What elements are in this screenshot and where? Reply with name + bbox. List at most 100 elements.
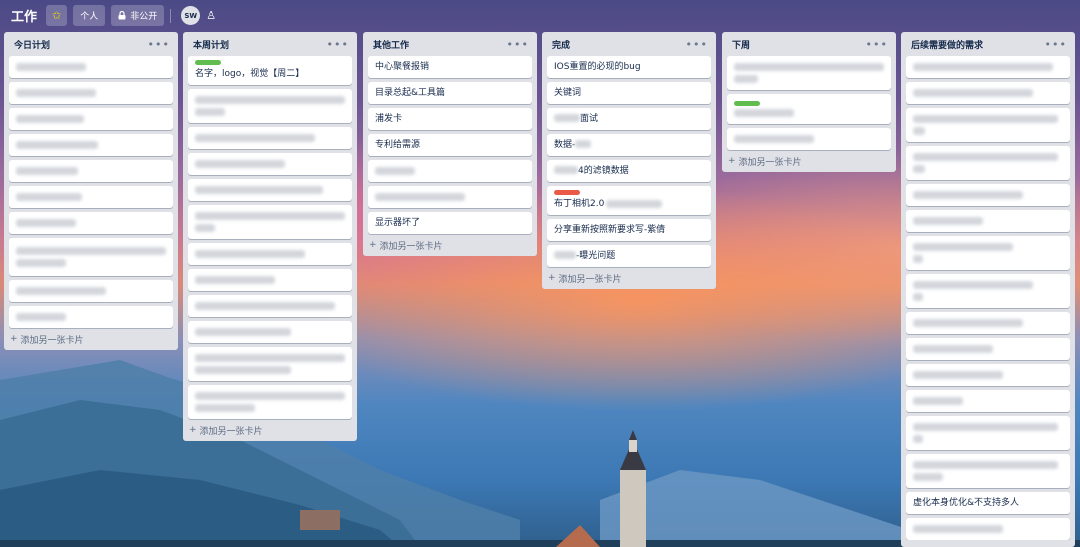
card[interactable]: 浦发卡: [368, 108, 532, 130]
add-card-button[interactable]: + 添加另一张卡片: [363, 234, 537, 256]
card[interactable]: [9, 238, 173, 276]
redacted-text: [913, 165, 925, 173]
redacted-text: [16, 141, 98, 149]
card[interactable]: [9, 160, 173, 182]
card[interactable]: -曝光问题: [547, 245, 711, 267]
list-title: 本周计划: [193, 40, 230, 51]
card[interactable]: [906, 146, 1070, 180]
more-options-icon[interactable]: •••: [1045, 38, 1067, 51]
team-button[interactable]: 个人: [73, 5, 106, 26]
card[interactable]: 分享重新按照新要求写-紫倩: [547, 219, 711, 241]
list-other-work: 其他工作 ••• 中心聚餐报销 目录总起&工具篇 浦发卡 专利给需源 显示器坏了…: [363, 32, 537, 256]
card[interactable]: 4的滤镜数据: [547, 160, 711, 182]
card[interactable]: [188, 153, 352, 175]
card[interactable]: IOS重置的必现的bug: [547, 56, 711, 78]
card[interactable]: [906, 416, 1070, 450]
more-options-icon[interactable]: •••: [507, 38, 529, 51]
redacted-text: [913, 525, 1003, 533]
card[interactable]: [9, 56, 173, 78]
card[interactable]: 名字，logo，视觉【周二】: [188, 56, 352, 85]
card[interactable]: 中心聚餐报销: [368, 56, 532, 78]
card[interactable]: [727, 94, 891, 124]
star-button[interactable]: ✩: [46, 5, 68, 26]
redacted-text: [913, 153, 1058, 161]
list-header[interactable]: 下周 •••: [722, 32, 896, 56]
redacted-text: [375, 167, 415, 175]
card[interactable]: [188, 385, 352, 419]
add-card-button[interactable]: + 添加另一张卡片: [4, 328, 178, 350]
card[interactable]: [188, 179, 352, 201]
card[interactable]: [188, 347, 352, 381]
more-options-icon[interactable]: •••: [686, 38, 708, 51]
list-header[interactable]: 完成 •••: [542, 32, 716, 56]
redacted-text: [195, 134, 315, 142]
redacted-text: [16, 247, 166, 255]
card[interactable]: 显示器坏了: [368, 212, 532, 234]
card[interactable]: [906, 56, 1070, 78]
list-header[interactable]: 其他工作 •••: [363, 32, 537, 56]
card[interactable]: [9, 306, 173, 328]
card[interactable]: [906, 274, 1070, 308]
add-card-button[interactable]: + 添加另一张卡片: [183, 419, 357, 441]
card[interactable]: 数据-: [547, 134, 711, 156]
card[interactable]: [188, 321, 352, 343]
redacted-text: [195, 366, 291, 374]
more-options-icon[interactable]: •••: [327, 38, 349, 51]
card[interactable]: [188, 295, 352, 317]
card[interactable]: [906, 236, 1070, 270]
list-title: 下周: [732, 40, 751, 51]
member-avatar[interactable]: SW: [181, 6, 201, 25]
card[interactable]: [906, 184, 1070, 206]
card[interactable]: [906, 312, 1070, 334]
card[interactable]: [9, 280, 173, 302]
card[interactable]: [727, 128, 891, 150]
card[interactable]: [727, 56, 891, 90]
redacted-text: [913, 115, 1058, 123]
card[interactable]: [368, 160, 532, 182]
redacted-text: [913, 397, 963, 405]
list-header[interactable]: 本周计划 •••: [183, 32, 357, 56]
card[interactable]: [906, 364, 1070, 386]
card[interactable]: 布丁相机2.0: [547, 186, 711, 215]
plus-icon: +: [10, 334, 18, 344]
card-label-green: [195, 60, 221, 65]
add-card-label: 添加另一张卡片: [379, 241, 443, 252]
add-card-button[interactable]: + 添加另一张卡片: [722, 150, 896, 172]
card-title: -曝光问题: [576, 250, 616, 261]
redacted-text: [734, 75, 758, 83]
list-header[interactable]: 今日计划 •••: [4, 32, 178, 56]
card[interactable]: 目录总起&工具篇: [368, 82, 532, 104]
card[interactable]: [368, 186, 532, 208]
card[interactable]: [906, 210, 1070, 232]
card[interactable]: [188, 127, 352, 149]
card[interactable]: [906, 390, 1070, 412]
card[interactable]: [906, 518, 1070, 540]
card[interactable]: 虚化本身优化&不支持多人: [906, 492, 1070, 514]
card[interactable]: [9, 108, 173, 130]
card[interactable]: 关键词: [547, 82, 711, 104]
card[interactable]: [906, 82, 1070, 104]
card[interactable]: 专利给需源: [368, 134, 532, 156]
card[interactable]: [906, 338, 1070, 360]
card[interactable]: [9, 212, 173, 234]
more-options-icon[interactable]: •••: [866, 38, 888, 51]
invite-member-icon[interactable]: ♙: [206, 9, 216, 22]
add-card-button[interactable]: + 添加另一张卡片: [542, 267, 716, 289]
list-header[interactable]: 后续需要做的需求 •••: [901, 32, 1075, 56]
list-today: 今日计划 ••• + 添加另一张卡片: [4, 32, 178, 350]
card[interactable]: [188, 89, 352, 123]
more-options-icon[interactable]: •••: [148, 38, 170, 51]
card[interactable]: [9, 134, 173, 156]
card[interactable]: [9, 82, 173, 104]
card[interactable]: [188, 205, 352, 239]
visibility-button[interactable]: 非公开: [111, 5, 165, 26]
list-done: 完成 ••• IOS重置的必现的bug 关键词 面试 数据- 4的滤镜数据 布丁…: [542, 32, 716, 289]
card[interactable]: [188, 269, 352, 291]
card[interactable]: [9, 186, 173, 208]
card[interactable]: [906, 108, 1070, 142]
card[interactable]: [906, 454, 1070, 488]
board-title[interactable]: 工作: [8, 6, 40, 25]
redacted-text: [16, 63, 86, 71]
card[interactable]: [188, 243, 352, 265]
card[interactable]: 面试: [547, 108, 711, 130]
